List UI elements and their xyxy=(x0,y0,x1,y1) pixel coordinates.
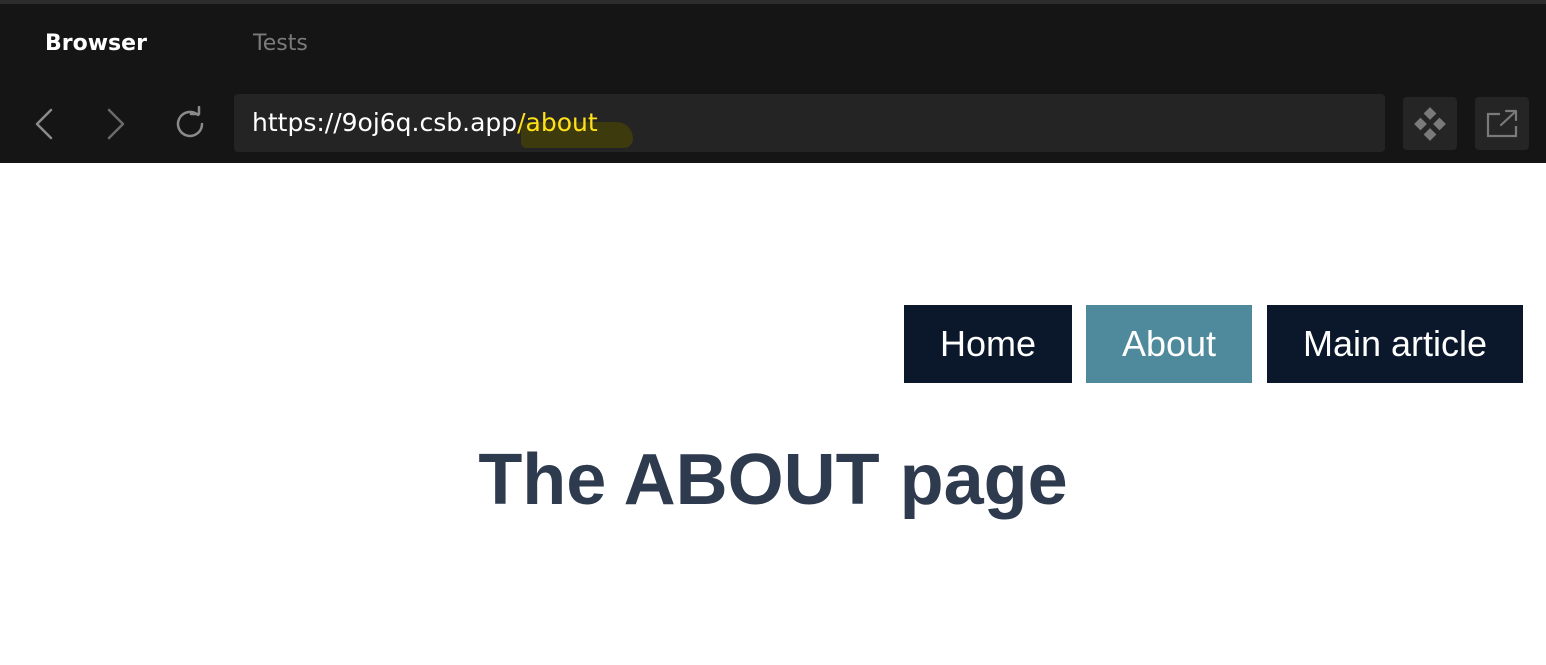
diamond-cluster-icon xyxy=(1414,106,1446,141)
chevron-right-icon xyxy=(107,108,125,140)
open-new-window-icon xyxy=(1486,109,1518,137)
refresh-icon xyxy=(176,106,204,138)
page-title: The ABOUT page xyxy=(478,440,1068,520)
chevron-left-icon xyxy=(35,108,53,140)
url-path: /about xyxy=(517,108,598,137)
nav-about-button[interactable]: About xyxy=(1086,305,1252,383)
open-in-new-window-button[interactable] xyxy=(1475,97,1529,150)
nav-main-article-button[interactable]: Main article xyxy=(1267,305,1523,383)
nav-home-button[interactable]: Home xyxy=(904,305,1072,383)
tab-browser[interactable]: Browser xyxy=(45,28,147,60)
address-bar-url: https://9oj6q.csb.app/about xyxy=(252,94,634,152)
panel-top-border xyxy=(0,0,1546,4)
url-origin: https://9oj6q.csb.app xyxy=(252,108,518,137)
url-path-wrapper: /about xyxy=(517,108,634,148)
tab-tests[interactable]: Tests xyxy=(253,28,308,60)
forward-button[interactable] xyxy=(94,100,138,148)
refresh-button[interactable] xyxy=(168,100,212,148)
browser-panel: Browser Tests https://9oj6q.csb.app/abou… xyxy=(0,0,1546,163)
address-bar[interactable]: https://9oj6q.csb.app/about xyxy=(234,94,1385,152)
devtools-button[interactable] xyxy=(1403,97,1457,150)
back-button[interactable] xyxy=(22,100,66,148)
